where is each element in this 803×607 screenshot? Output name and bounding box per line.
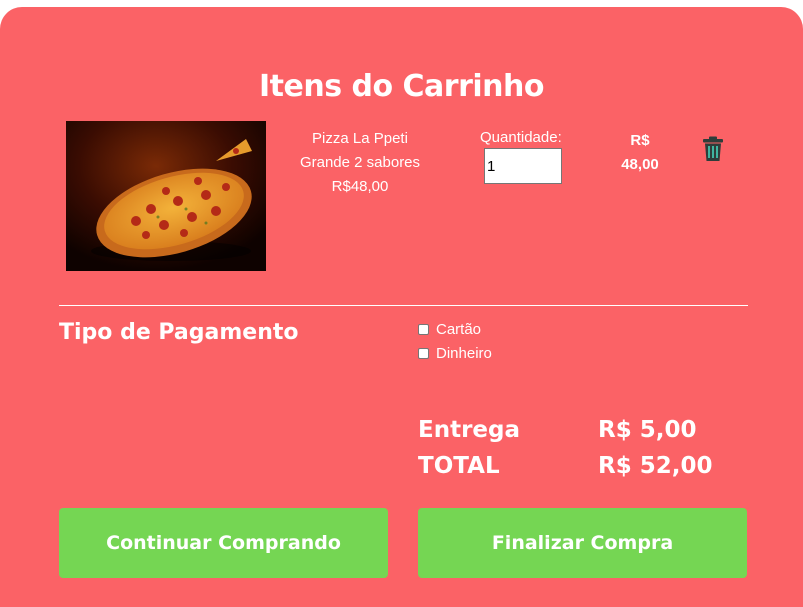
product-name: Pizza La Ppeti Grande 2 sabores R$48,00 — [290, 127, 430, 199]
total-label: TOTAL — [418, 453, 500, 479]
finish-purchase-button[interactable]: Finalizar Compra — [418, 508, 747, 578]
price-amount: 48,00 — [621, 156, 659, 173]
delivery-label: Entrega — [418, 417, 521, 443]
cart-card: Itens do Carrinho Pizza La Ppeti Grande … — [0, 7, 803, 607]
product-name-line1: Pizza La Ppeti — [312, 130, 408, 147]
item-total-price: R$ 48,00 — [610, 129, 670, 177]
product-name-line2: Grande 2 sabores — [299, 154, 421, 171]
payment-option-label: Dinheiro — [436, 345, 492, 362]
pizza-photo — [66, 121, 266, 271]
product-unit-price: R$48,00 — [331, 178, 389, 195]
price-currency: R$ — [630, 132, 650, 149]
payment-option-label: Cartão — [436, 321, 482, 338]
checkbox[interactable] — [418, 324, 429, 335]
payment-option-dinheiro[interactable]: Dinheiro — [418, 345, 492, 362]
payment-title: Tipo de Pagamento — [59, 320, 299, 345]
quantity-input[interactable] — [484, 148, 562, 184]
delete-item-button[interactable] — [702, 136, 724, 162]
continue-shopping-button[interactable]: Continuar Comprando — [59, 508, 388, 578]
checkbox[interactable] — [418, 348, 429, 359]
page-title: Itens do Carrinho — [259, 69, 545, 104]
product-image — [66, 121, 266, 271]
total-value: R$ 52,00 — [598, 453, 713, 479]
payment-option-cartao[interactable]: Cartão — [418, 321, 481, 338]
divider — [59, 305, 748, 306]
quantity-label: Quantidade: — [480, 129, 562, 146]
trash-icon — [703, 136, 723, 161]
delivery-value: R$ 5,00 — [598, 417, 697, 443]
